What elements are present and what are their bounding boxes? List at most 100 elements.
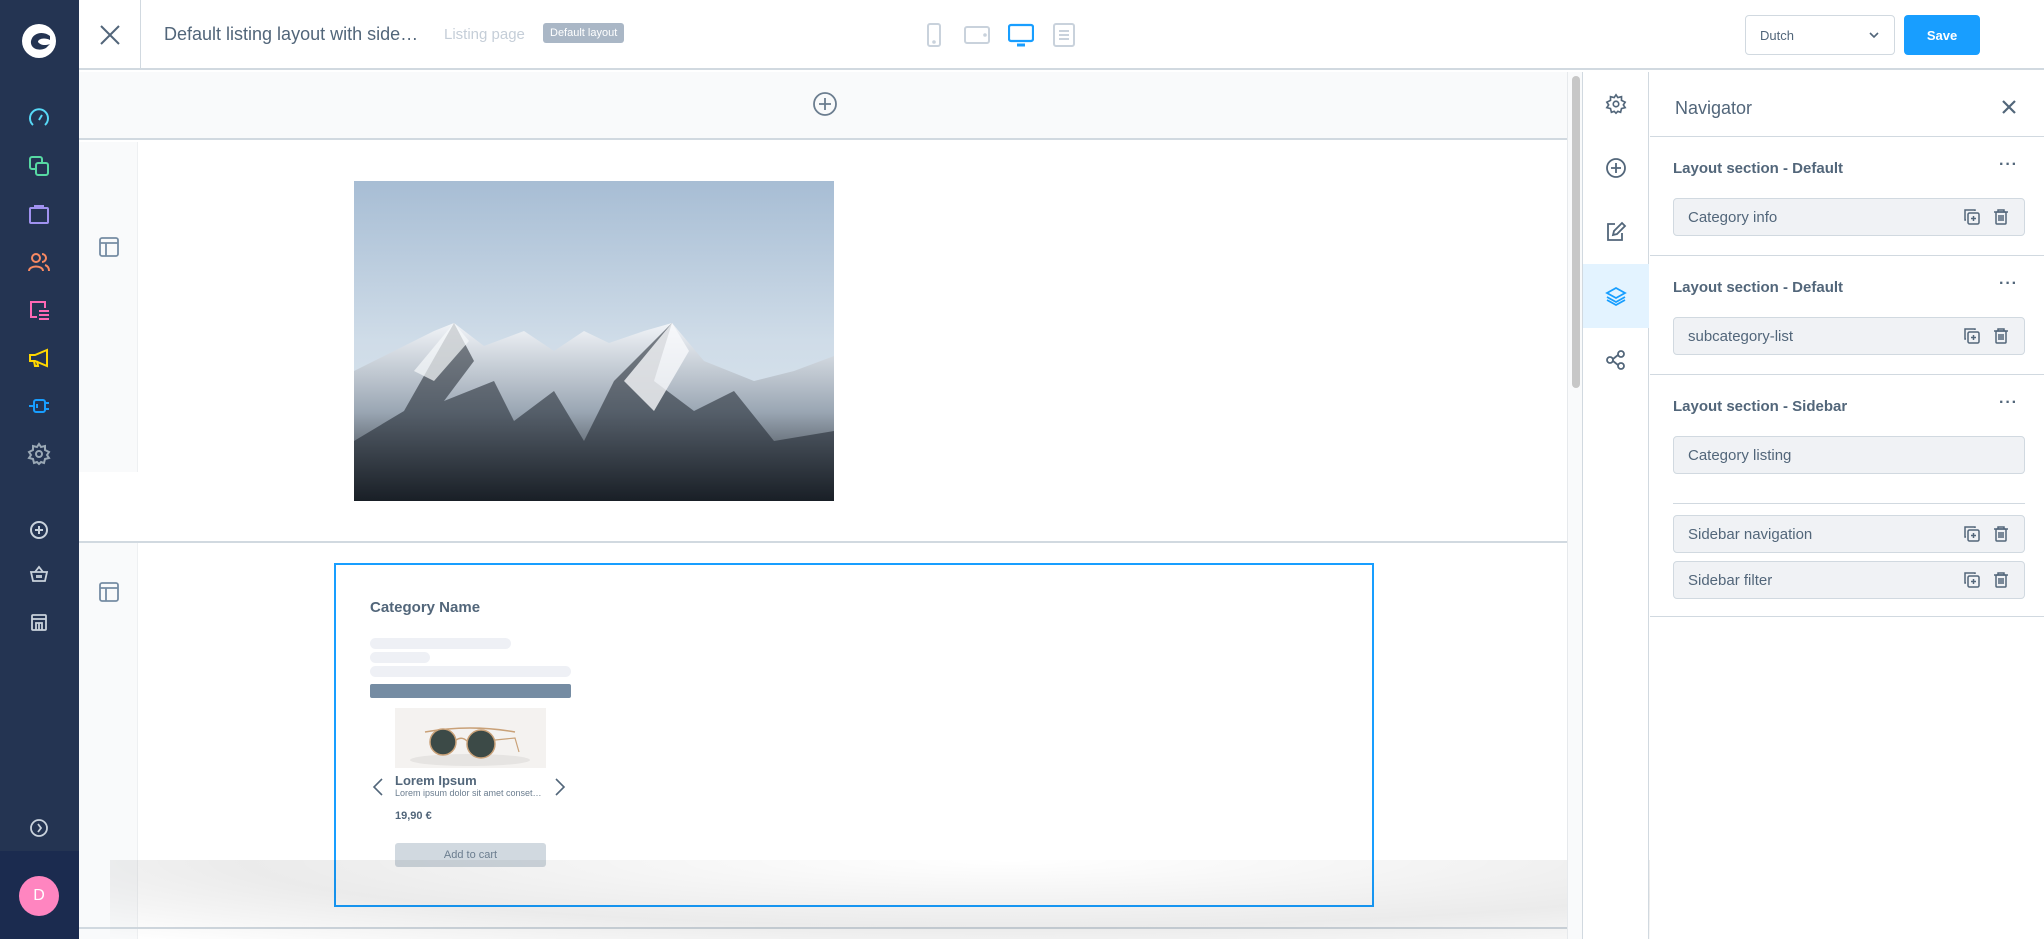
dashboard-icon [29,108,49,126]
category-listing-block[interactable]: Category Name Lorem Ipsum Lorem ipsum do… [334,563,1374,907]
add-block-icon [1606,158,1626,178]
block-name: Category info [1688,209,1778,226]
nav-catalogues[interactable] [25,152,53,180]
add-section-bar [79,72,1567,140]
shop-icon [31,614,47,631]
nav-marketing[interactable] [25,344,53,372]
tab-edit[interactable] [1583,200,1649,264]
collapse-sidebar-button[interactable] [25,814,53,842]
device-desktop-button[interactable] [1006,20,1036,50]
trash-icon[interactable] [1993,327,2009,345]
product-price: 19,90 € [395,810,432,822]
skeleton-line [370,652,430,663]
trash-icon[interactable] [1993,571,2009,589]
tablet-icon [964,26,990,44]
language-select[interactable]: Dutch [1745,15,1895,55]
close-icon[interactable] [2001,99,2017,115]
trash-icon[interactable] [1993,208,2009,226]
avatar-initial: D [33,887,45,904]
tab-layout-assignment[interactable] [1583,328,1649,392]
slider-next-icon[interactable] [554,777,566,797]
section-label: Layout section - Sidebar [1673,398,1848,415]
add-section-icon[interactable] [812,91,838,117]
duplicate-icon[interactable] [1963,327,1981,345]
product-image[interactable] [395,708,546,768]
duplicate-icon[interactable] [1963,571,1981,589]
cms-toolbar: Default listing layout with side… Listin… [79,0,2044,70]
save-button[interactable]: Save [1904,15,1980,55]
settings-icon [1605,93,1627,115]
desktop-icon [1008,23,1034,47]
section-layout-icon[interactable] [98,581,120,603]
orders-icon [29,205,49,224]
customers-icon [28,253,50,272]
section-divider [79,927,1567,929]
layers-icon [1605,286,1627,307]
scrollbar-thumb[interactable] [1572,76,1580,388]
page-type-label: Listing page [444,26,525,43]
shopware-logo[interactable] [20,22,58,60]
mountain-image[interactable] [354,181,834,501]
share-icon [1606,350,1625,370]
navigator-block[interactable]: Sidebar filter [1673,561,2025,599]
trash-icon[interactable] [1993,525,2009,543]
user-avatar[interactable]: D [19,876,59,916]
device-tablet-button[interactable] [962,20,992,50]
add-sales-channel-icon [30,521,48,539]
section-more-button[interactable]: ··· [1999,156,2018,174]
product-description: Lorem ipsum dolor sit amet conset… [395,788,542,798]
product-title: Lorem Ipsum [395,773,477,788]
nav-orders[interactable] [25,200,53,228]
navigator-block[interactable]: Sidebar navigation [1673,515,2025,553]
tab-settings[interactable] [1583,72,1649,136]
form-view-icon [1053,23,1075,47]
nav-customers[interactable] [25,248,53,276]
navigator-block[interactable]: Category info [1673,198,2025,236]
nav-content[interactable] [25,296,53,324]
nav-settings[interactable] [25,440,53,468]
section-divider [79,541,1567,543]
navigator-section: Layout section - Sidebar ··· Category li… [1650,376,2044,617]
canvas-scrollbar[interactable] [1567,72,1583,939]
navigator-section: Layout section - Default ··· Category in… [1650,138,2044,256]
close-editor-button[interactable] [79,0,141,70]
skeleton-bar [370,684,571,698]
navigator-panel: Navigator Layout section - Default ··· C… [1650,72,2044,939]
mobile-icon [927,23,941,47]
nav-dashboard[interactable] [25,104,53,132]
navigator-header: Navigator [1650,72,2044,137]
edit-icon [1607,221,1627,241]
section-1-gutter [79,142,138,472]
add-to-cart-button[interactable]: Add to cart [395,843,546,867]
navigator-block[interactable]: Category listing [1673,436,2025,474]
marketing-icon [29,348,48,368]
skeleton-line [370,638,511,649]
settings-icon [27,442,51,466]
device-form-button[interactable] [1049,20,1079,50]
device-mobile-button[interactable] [919,20,949,50]
sidebar-tabs [1583,72,1649,939]
nav-add-sales-channel[interactable] [25,516,53,544]
nav-storefront[interactable] [25,560,53,588]
section-label: Layout section - Default [1673,279,1844,296]
default-layout-badge: Default layout [543,23,625,43]
block-name: Category listing [1688,447,1792,464]
section-more-button[interactable]: ··· [1999,394,2018,412]
navigator-section: Layout section - Default ··· subcategory… [1650,257,2044,375]
section-more-button[interactable]: ··· [1999,275,2018,293]
section-layout-icon[interactable] [98,236,120,258]
nav-headless[interactable] [25,608,53,636]
close-icon [99,25,120,45]
duplicate-icon[interactable] [1963,525,1981,543]
catalogues-icon [29,156,49,176]
cms-stage: Category Name Lorem Ipsum Lorem ipsum do… [79,72,1567,939]
tab-add-blocks[interactable] [1583,136,1649,200]
duplicate-icon[interactable] [1963,208,1981,226]
nav-extensions[interactable] [25,392,53,420]
chevron-down-icon [1869,32,1879,39]
slider-prev-icon[interactable] [372,777,384,797]
admin-sidebar: D [0,0,79,939]
navigator-block[interactable]: subcategory-list [1673,317,2025,355]
tab-navigator[interactable] [1583,264,1649,328]
block-name: Sidebar navigation [1688,526,1813,543]
